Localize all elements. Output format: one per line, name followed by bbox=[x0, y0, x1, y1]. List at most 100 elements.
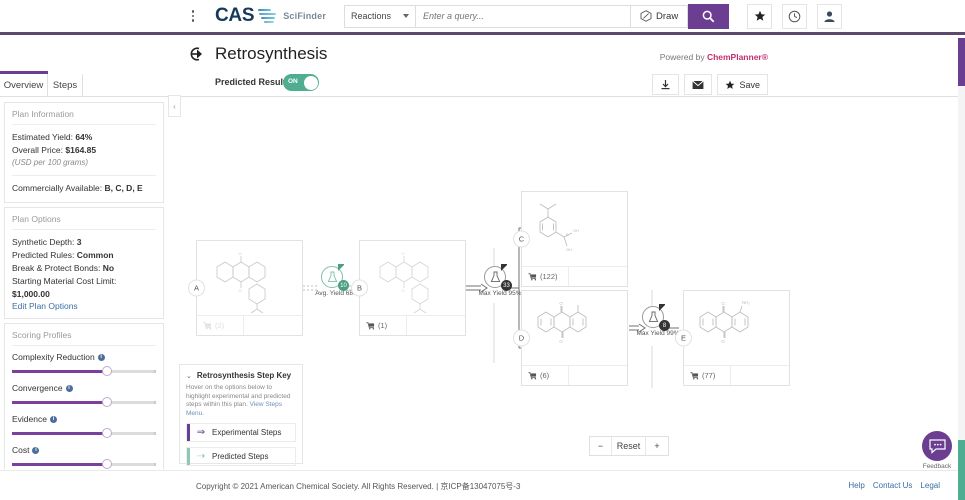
chevron-down-icon[interactable]: ⌄ bbox=[186, 372, 192, 380]
cart-cell-E[interactable]: (77) bbox=[684, 366, 732, 385]
draw-button[interactable]: Draw bbox=[631, 4, 689, 28]
favorites-button[interactable] bbox=[747, 3, 773, 29]
chat-bubble-icon[interactable] bbox=[922, 431, 952, 461]
tab-steps[interactable]: Steps bbox=[48, 74, 83, 97]
history-button[interactable] bbox=[782, 3, 808, 29]
zoom-in-button[interactable]: + bbox=[646, 437, 668, 455]
step-flag-1 bbox=[338, 264, 344, 271]
graph-node-D[interactable]: D O O (6) bbox=[513, 290, 628, 386]
tab-overview[interactable]: Overview bbox=[0, 74, 48, 97]
score-convergence: Convergence i bbox=[12, 383, 156, 407]
edit-plan-options-link[interactable]: Edit Plan Options bbox=[12, 301, 156, 311]
score-slider[interactable] bbox=[12, 366, 156, 376]
predicted-rules-value: Common bbox=[76, 250, 114, 260]
synthetic-depth-value: 3 bbox=[76, 237, 82, 247]
slider-fill bbox=[12, 432, 108, 435]
svg-text:OH: OH bbox=[573, 228, 579, 233]
plan-options-panel: Plan Options Synthetic Depth: 3 Predicte… bbox=[4, 207, 164, 319]
brand-logo[interactable]: CAS SciFinder bbox=[215, 5, 326, 27]
global-header: CAS SciFinder Reactions Enter a query...… bbox=[0, 0, 965, 35]
powered-by: Powered by ChemPlanner® bbox=[660, 52, 768, 62]
solid-arrow-icon: ⇒ bbox=[196, 427, 206, 438]
search-type-select[interactable]: Reactions bbox=[344, 4, 417, 28]
svg-text:O: O bbox=[721, 301, 725, 306]
account-button[interactable] bbox=[817, 3, 843, 29]
email-button[interactable] bbox=[684, 74, 713, 95]
envelope-icon bbox=[692, 80, 705, 89]
graph-node-E[interactable]: E O O NH₂ (77) bbox=[675, 290, 790, 386]
predicted-results-toggle[interactable]: ON bbox=[283, 74, 319, 91]
search-group: Reactions Draw bbox=[344, 3, 730, 29]
page-footer: Copyright © 2021 American Chemical Socie… bbox=[0, 470, 965, 500]
graph-node-A[interactable]: A O O (2) bbox=[188, 240, 303, 336]
footer-link-legal[interactable]: Legal bbox=[920, 481, 940, 490]
toggle-state-label: ON bbox=[288, 78, 298, 85]
slider-handle[interactable] bbox=[102, 459, 113, 469]
estimated-yield-label: Estimated Yield: bbox=[12, 132, 73, 142]
sidebar-collapse-button[interactable]: ‹ bbox=[168, 95, 181, 117]
estimated-yield-row: Estimated Yield: 64% bbox=[12, 131, 156, 144]
svg-text:O: O bbox=[721, 339, 725, 344]
search-icon bbox=[702, 10, 715, 22]
cart-cell-B[interactable]: (1) bbox=[360, 316, 408, 335]
search-input[interactable] bbox=[423, 11, 631, 21]
estimated-yield-value: 64% bbox=[75, 132, 93, 142]
page-scrollbar[interactable] bbox=[958, 38, 965, 500]
powered-by-prefix: Powered by bbox=[659, 52, 707, 62]
molecule-structure-A: O O bbox=[197, 241, 302, 315]
zoom-out-button[interactable]: − bbox=[590, 437, 612, 455]
flask-icon bbox=[327, 271, 337, 283]
info-icon[interactable]: i bbox=[49, 415, 57, 423]
break-protect-row: Break & Protect Bonds: No bbox=[12, 262, 156, 275]
info-icon[interactable]: i bbox=[65, 384, 73, 392]
step-key-row-predicted[interactable]: ⇢ Predicted Steps bbox=[186, 447, 296, 466]
scrollbar-thumb-top[interactable] bbox=[958, 38, 965, 86]
slider-handle[interactable] bbox=[102, 397, 113, 407]
score-slider[interactable] bbox=[12, 397, 156, 407]
scoring-profiles-heading: Scoring Profiles bbox=[12, 330, 156, 346]
search-input-wrapper[interactable] bbox=[416, 4, 632, 28]
star-icon bbox=[754, 10, 765, 21]
overall-price-value: $164.85 bbox=[65, 145, 97, 155]
info-icon[interactable]: i bbox=[32, 446, 40, 454]
scifinder-wordmark: SciFinder bbox=[283, 11, 327, 21]
retrosynthesis-icon bbox=[188, 45, 206, 63]
node-footer-C: (122) bbox=[522, 266, 627, 286]
cart-cell-A[interactable]: (2) bbox=[197, 316, 245, 335]
svg-text:O: O bbox=[238, 288, 241, 293]
feedback-widget[interactable]: Feedback bbox=[922, 431, 952, 470]
graph-node-B[interactable]: B O O (1) bbox=[351, 240, 466, 336]
divider bbox=[12, 175, 156, 176]
kebab-menu-icon[interactable] bbox=[183, 5, 203, 27]
tab-bar: Overview Steps Predicted Results ON Save bbox=[0, 71, 965, 97]
download-button[interactable] bbox=[652, 74, 680, 95]
save-button[interactable]: Save bbox=[717, 74, 768, 95]
scrollbar-thumb-bottom[interactable] bbox=[958, 440, 965, 500]
node-label-B: B bbox=[351, 279, 368, 297]
info-icon[interactable]: i bbox=[97, 353, 105, 361]
score-label: Evidence bbox=[12, 414, 47, 424]
step-badge-3: 8 bbox=[659, 320, 670, 331]
footer-link-contact-us[interactable]: Contact Us bbox=[873, 481, 913, 490]
zoom-reset-button[interactable]: Reset bbox=[612, 437, 646, 455]
cart-cell-C[interactable]: (122) bbox=[522, 267, 570, 286]
slider-handle[interactable] bbox=[102, 428, 113, 438]
cart-count-A: (2) bbox=[215, 321, 225, 330]
star-icon bbox=[726, 80, 735, 89]
shopping-cart-icon bbox=[366, 321, 375, 329]
score-slider[interactable] bbox=[12, 459, 156, 469]
cost-limit-value: $1,000.00 bbox=[12, 289, 50, 299]
score-slider[interactable] bbox=[12, 428, 156, 438]
cart-cell-D[interactable]: (6) bbox=[522, 366, 570, 385]
break-protect-label: Break & Protect Bonds: bbox=[12, 263, 101, 273]
cas-mark-icon bbox=[258, 8, 277, 25]
search-submit-button[interactable] bbox=[688, 3, 730, 29]
cart-count-B: (1) bbox=[378, 321, 388, 330]
dashed-arrow-icon: ⇢ bbox=[196, 451, 206, 462]
footer-link-help[interactable]: Help bbox=[848, 481, 864, 490]
tab-overview-label: Overview bbox=[3, 80, 44, 91]
graph-node-C[interactable]: C B OH OH (122) bbox=[513, 191, 628, 287]
step-key-row-experimental[interactable]: ⇒ Experimental Steps bbox=[186, 423, 296, 442]
plan-information-heading: Plan Information bbox=[12, 109, 156, 125]
slider-handle[interactable] bbox=[102, 366, 113, 376]
